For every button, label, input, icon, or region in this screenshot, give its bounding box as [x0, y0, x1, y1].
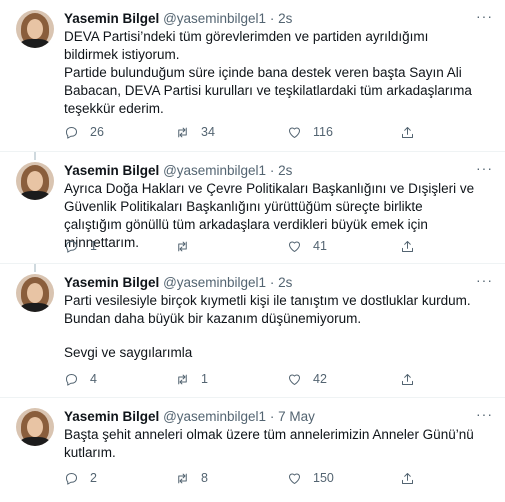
tweet-text: DEVA Partisi’ndeki tüm görevlerimden ve … — [64, 28, 484, 118]
tweet-header: Yasemin Bilgel @yaseminbilgel1 · 2s — [64, 162, 292, 179]
share-button[interactable] — [400, 469, 415, 487]
heart-icon — [289, 127, 300, 138]
more-options-icon[interactable]: ··· — [476, 8, 493, 24]
reply-button[interactable]: 4 — [64, 370, 97, 388]
retweet-icon — [178, 473, 187, 483]
like-count: 116 — [313, 125, 333, 139]
tweet-actions: 4 1 42 — [64, 370, 444, 388]
separator-dot: · — [269, 11, 275, 26]
reply-icon — [66, 373, 77, 386]
retweet-button[interactable] — [175, 237, 201, 255]
reply-button[interactable]: 2 — [64, 469, 97, 487]
retweet-icon — [178, 374, 187, 384]
author-name[interactable]: Yasemin Bilgel — [64, 163, 159, 178]
tweet-paragraph: Başta şehit anneleri olmak üzere tüm ann… — [64, 427, 478, 460]
tweet[interactable]: Yasemin Bilgel @yaseminbilgel1 · 2s ··· … — [0, 264, 505, 398]
share-icon — [402, 240, 413, 252]
tweet[interactable]: Yasemin Bilgel @yaseminbilgel1 · 2s ··· … — [0, 0, 505, 152]
avatar[interactable] — [16, 162, 54, 200]
tweet-paragraph: Parti vesilesiyle birçok kıymetli kişi i… — [64, 293, 475, 326]
more-options-icon[interactable]: ··· — [476, 406, 493, 422]
tweet-text: Başta şehit anneleri olmak üzere tüm ann… — [64, 426, 484, 462]
tweet-paragraph: Partide bulunduğum süre içinde bana dest… — [64, 65, 476, 116]
separator-dot: · — [269, 163, 275, 178]
more-options-icon[interactable]: ··· — [476, 160, 493, 176]
more-options-icon[interactable]: ··· — [476, 272, 493, 288]
reply-count: 26 — [90, 125, 104, 139]
separator-dot: · — [269, 275, 275, 290]
retweet-count: 1 — [201, 372, 208, 386]
retweet-button[interactable]: 34 — [175, 123, 215, 141]
tweet-header: Yasemin Bilgel @yaseminbilgel1 · 2s — [64, 274, 292, 291]
reply-count: 2 — [90, 471, 97, 485]
heart-icon — [289, 374, 300, 385]
timestamp[interactable]: 7 May — [278, 409, 315, 424]
like-count: 150 — [313, 471, 334, 485]
heart-icon — [289, 241, 300, 252]
retweet-button[interactable]: 8 — [175, 469, 208, 487]
share-button[interactable] — [400, 237, 415, 255]
author-handle[interactable]: @yaseminbilgel1 — [163, 409, 266, 424]
tweet-feed: Yasemin Bilgel @yaseminbilgel1 · 2s ··· … — [0, 0, 505, 502]
tweet[interactable]: Yasemin Bilgel @yaseminbilgel1 · 2s ··· … — [0, 152, 505, 264]
timestamp[interactable]: 2s — [278, 275, 292, 290]
reply-button[interactable]: 26 — [64, 123, 104, 141]
tweet-header: Yasemin Bilgel @yaseminbilgel1 · 2s — [64, 10, 292, 27]
tweet[interactable]: Yasemin Bilgel @yaseminbilgel1 · 7 May ·… — [0, 398, 505, 502]
retweet-icon — [178, 127, 187, 137]
like-button[interactable]: 150 — [287, 469, 334, 487]
tweet-actions: 1 41 — [64, 237, 444, 255]
reply-count: 4 — [90, 372, 97, 386]
tweet-paragraph — [64, 328, 484, 344]
like-button[interactable]: 41 — [287, 237, 327, 255]
author-handle[interactable]: @yaseminbilgel1 — [163, 275, 266, 290]
reply-button[interactable]: 1 — [64, 237, 97, 255]
retweet-button[interactable]: 1 — [175, 370, 208, 388]
author-name[interactable]: Yasemin Bilgel — [64, 275, 159, 290]
like-button[interactable]: 116 — [287, 123, 333, 141]
separator-dot: · — [269, 409, 275, 424]
avatar[interactable] — [16, 408, 54, 446]
reply-icon — [66, 472, 77, 485]
tweet-actions: 26 34 116 — [64, 123, 444, 141]
tweet-actions: 2 8 150 — [64, 469, 444, 487]
reply-icon — [66, 126, 77, 139]
reply-icon — [66, 240, 77, 253]
like-count: 42 — [313, 372, 327, 386]
timestamp[interactable]: 2s — [278, 163, 292, 178]
tweet-header: Yasemin Bilgel @yaseminbilgel1 · 7 May — [64, 408, 315, 425]
retweet-count: 8 — [201, 471, 208, 485]
share-button[interactable] — [400, 123, 415, 141]
author-handle[interactable]: @yaseminbilgel1 — [163, 11, 266, 26]
author-name[interactable]: Yasemin Bilgel — [64, 11, 159, 26]
tweet-paragraph: Sevgi ve saygılarımla — [64, 345, 193, 360]
retweet-count: 34 — [201, 125, 215, 139]
tweet-paragraph: DEVA Partisi’ndeki tüm görevlerimden ve … — [64, 29, 433, 62]
share-icon — [402, 472, 413, 484]
share-button[interactable] — [400, 370, 415, 388]
avatar[interactable] — [16, 10, 54, 48]
thread-line — [34, 264, 36, 272]
like-button[interactable]: 42 — [287, 370, 327, 388]
like-count: 41 — [313, 239, 327, 253]
share-icon — [402, 373, 413, 385]
tweet-text: Parti vesilesiyle birçok kıymetli kişi i… — [64, 292, 484, 362]
share-icon — [402, 126, 413, 138]
thread-line — [34, 152, 36, 160]
author-name[interactable]: Yasemin Bilgel — [64, 409, 159, 424]
avatar[interactable] — [16, 274, 54, 312]
timestamp[interactable]: 2s — [278, 11, 292, 26]
retweet-icon — [178, 241, 187, 251]
author-handle[interactable]: @yaseminbilgel1 — [163, 163, 266, 178]
heart-icon — [289, 473, 300, 484]
reply-count: 1 — [90, 239, 97, 253]
